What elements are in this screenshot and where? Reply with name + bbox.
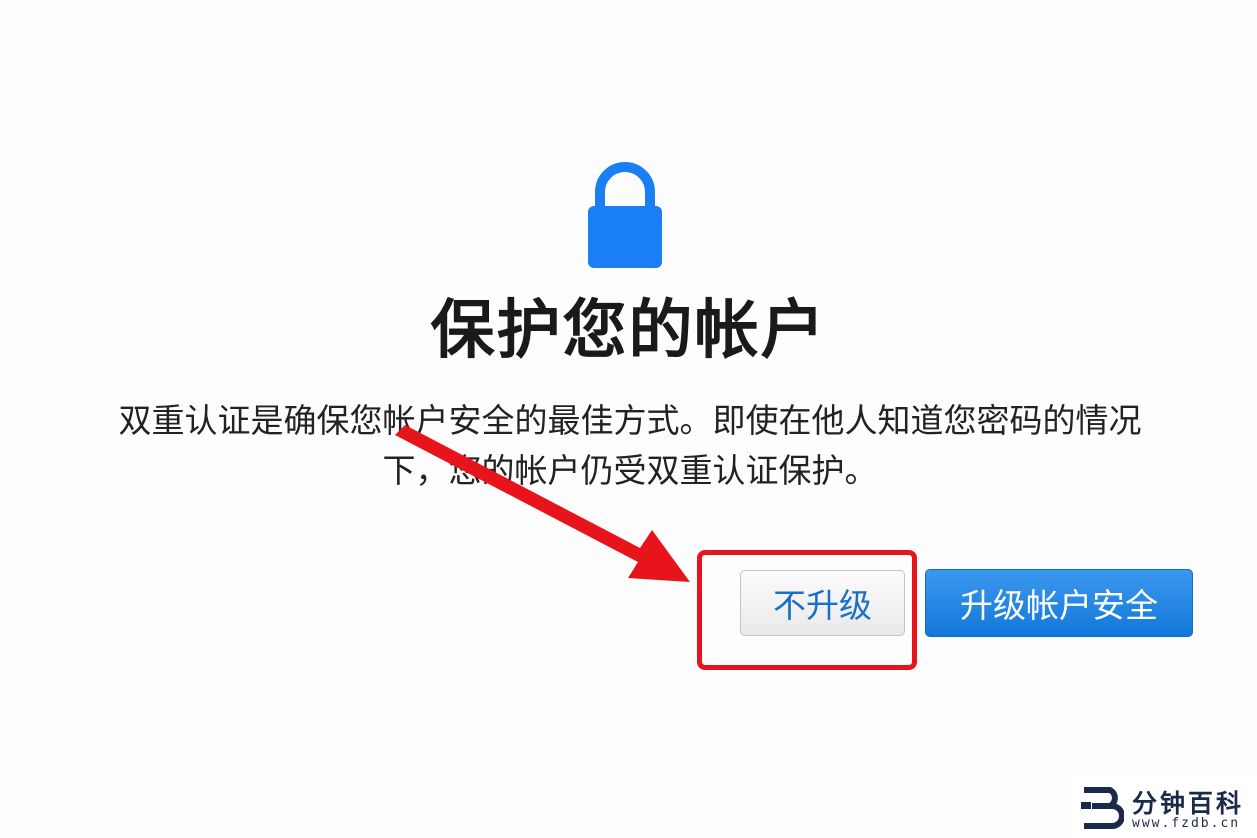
upgrade-security-button[interactable]: 升级帐户安全: [925, 569, 1193, 637]
highlight-box: [697, 550, 917, 670]
watermark-url: www.fzdb.cn: [1132, 816, 1241, 831]
watermark-title: 分钟百科: [1132, 789, 1245, 818]
description-text: 双重认证是确保您帐户安全的最佳方式。即使在他人知道您密码的情况下，您的帐户仍受双…: [118, 401, 1142, 490]
page-title: 保护您的帐户: [430, 294, 827, 368]
fzdb-logo-icon: [1081, 787, 1124, 829]
watermark: 分钟百科 www.fzdb.cn: [1070, 776, 1257, 838]
security-upgrade-page: 保护您的帐户 双重认证是确保您帐户安全的最佳方式。即使在他人知道您密码的情况下，…: [0, 0, 1257, 838]
lock-icon: [588, 162, 662, 268]
